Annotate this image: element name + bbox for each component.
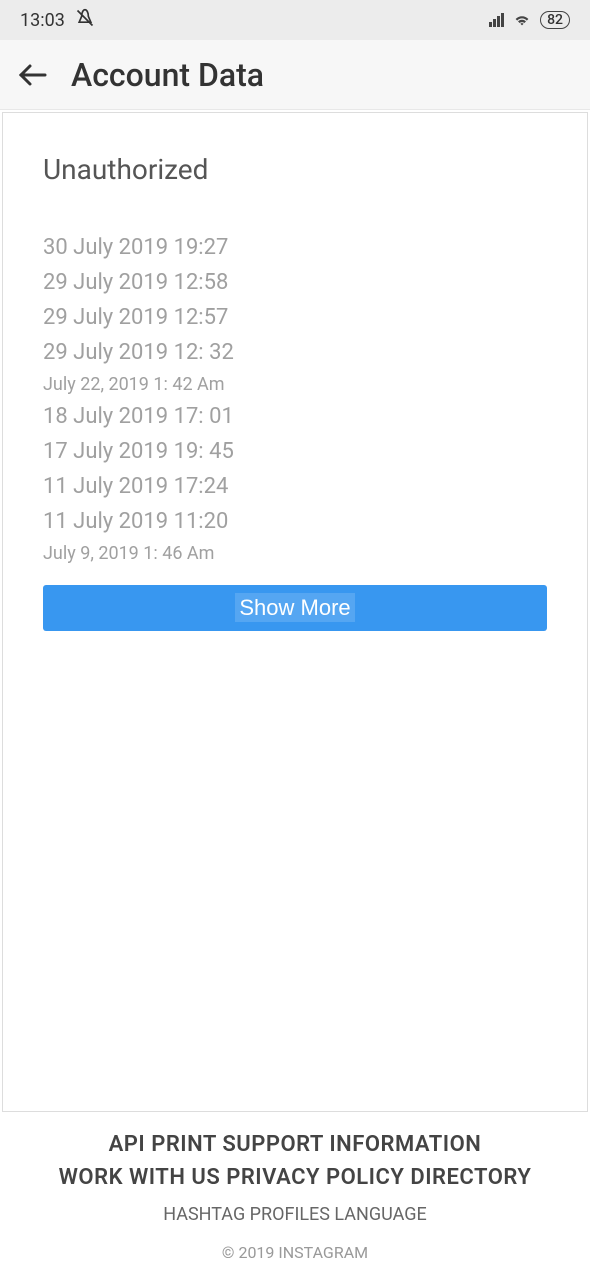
page-title: Account Data	[71, 56, 264, 94]
entry-item: 29 July 2019 12: 32	[43, 336, 547, 369]
entry-item: 17 July 2019 19: 45	[43, 435, 547, 468]
entry-item: 11 July 2019 17:24	[43, 470, 547, 503]
entry-item: 29 July 2019 12:57	[43, 301, 547, 334]
status-time: 13:03	[20, 10, 65, 31]
footer-links-row-2[interactable]: WORK WITH US PRIVACY POLICY DIRECTORY	[10, 1165, 580, 1190]
footer-links-row-1[interactable]: API PRINT SUPPORT INFORMATION	[10, 1132, 580, 1157]
entries-list: 30 July 2019 19:2729 July 2019 12:5829 J…	[43, 231, 547, 567]
entry-item: 11 July 2019 11:20	[43, 505, 547, 538]
entry-item: July 22, 2019 1: 42 Am	[43, 371, 547, 398]
entry-item: 29 July 2019 12:58	[43, 266, 547, 299]
show-more-label: Show More	[235, 593, 354, 622]
footer: API PRINT SUPPORT INFORMATION WORK WITH …	[0, 1112, 590, 1282]
copyright: © 2019 INSTAGRAM	[10, 1243, 580, 1262]
entry-item: 30 July 2019 19:27	[43, 231, 547, 264]
signal-icon	[489, 13, 504, 27]
app-header: Account Data	[0, 40, 590, 110]
status-left: 13:03	[20, 8, 95, 33]
content-card: Unauthorized 30 July 2019 19:2729 July 2…	[2, 112, 588, 1112]
status-right: 82	[489, 8, 570, 32]
battery-indicator: 82	[540, 11, 570, 29]
mute-icon	[75, 8, 95, 33]
status-bar: 13:03 82	[0, 0, 590, 40]
footer-links-row-3[interactable]: HASHTAG PROFILES LANGUAGE	[10, 1204, 580, 1225]
wifi-icon	[512, 8, 532, 32]
back-button[interactable]	[15, 57, 51, 93]
entry-item: July 9, 2019 1: 46 Am	[43, 540, 547, 567]
section-title: Unauthorized	[43, 153, 547, 186]
entry-item: 18 July 2019 17: 01	[43, 400, 547, 433]
show-more-button[interactable]: Show More	[43, 585, 547, 631]
